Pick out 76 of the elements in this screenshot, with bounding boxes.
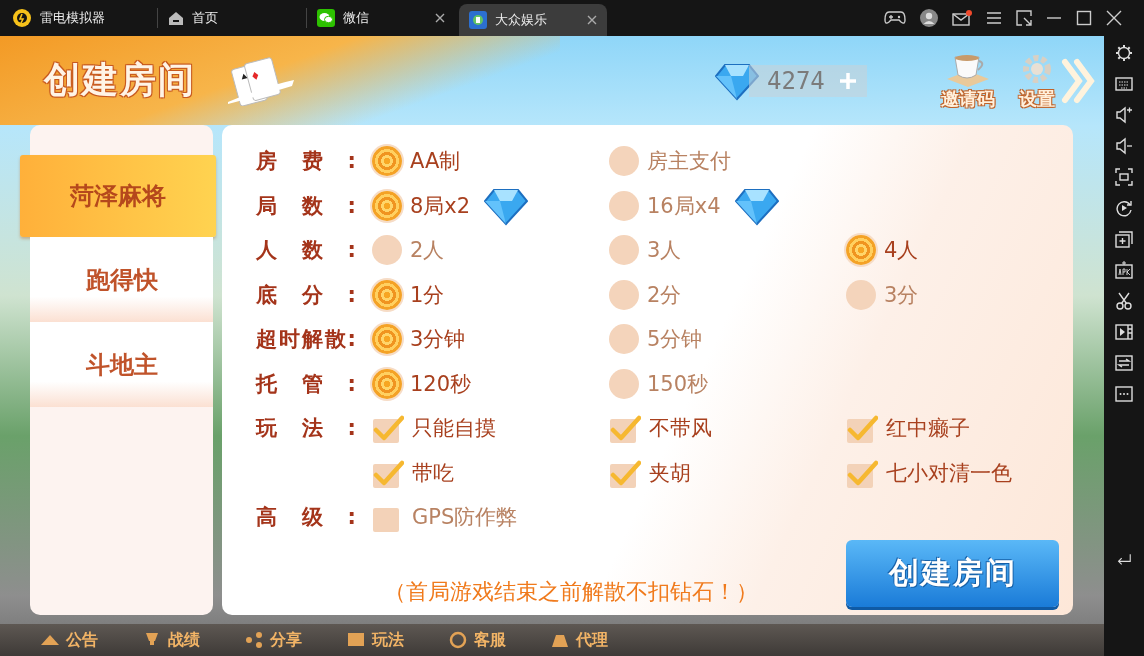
home-icon [168,10,184,26]
bottom-nav-item[interactable]: 分享 [244,629,302,651]
back-icon[interactable] [1115,552,1133,566]
diamond-count: 4274 [767,66,825,95]
page-title: 创建房间 [44,58,196,102]
radio-option[interactable]: AA制 [372,146,461,177]
checkbox-option[interactable]: 不带风 [609,412,712,445]
game-type-tab[interactable]: 斗地主 [30,322,213,407]
radio-option[interactable]: 8局x2 [372,185,529,226]
option-label: 高级: [256,504,356,532]
game-type-tab[interactable]: 跑得快 [30,237,213,322]
bottom-nav-item[interactable]: 客服 [448,629,506,651]
user-avatar-icon[interactable] [920,9,938,27]
radio-option[interactable]: 3人 [609,235,682,266]
maximize-icon[interactable] [1076,10,1092,26]
settings-icon[interactable] [1115,44,1133,62]
volume-down-icon[interactable] [1115,137,1133,155]
playing-cards-drawing [226,55,296,106]
option-label: 托管: [256,370,356,398]
sync-icon[interactable] [1115,354,1133,372]
resize-icon[interactable] [1016,10,1032,26]
nav-icon [448,631,468,649]
option-label: 超时解散: [256,326,356,354]
browser-tab[interactable]: 大众娱乐 [459,4,607,36]
bottom-nav-item[interactable]: 代理 [550,629,608,651]
checkbox-option[interactable]: 红中癞子 [846,412,970,445]
mail-icon[interactable] [952,10,972,26]
more-icon[interactable] [1115,385,1133,403]
keyboard-icon[interactable] [1115,75,1133,93]
app-icon [469,11,487,29]
gamepad-icon[interactable] [884,10,906,26]
radio-option[interactable]: 3分 [846,279,919,310]
video-icon[interactable] [1115,323,1133,341]
bottom-nav-item[interactable]: 公告 [40,629,98,651]
rotate-icon[interactable] [1115,199,1133,217]
apk-icon[interactable] [1115,261,1133,279]
app-logo-icon [12,8,32,28]
close-icon[interactable] [1106,10,1122,26]
radio-option[interactable]: 150秒 [609,368,709,399]
nav-icon [244,631,264,649]
menu-icon[interactable] [986,11,1002,25]
option-label: 玩法: [256,415,356,443]
browser-tab[interactable]: 微信 [306,8,455,28]
radio-option[interactable]: 2人 [372,235,445,266]
radio-option[interactable]: 16局x4 [609,185,779,226]
radio-option[interactable]: 4人 [846,235,919,266]
volume-up-icon[interactable] [1115,106,1133,124]
notice-text: （首局游戏结束之前解散不扣钻石！） [383,578,759,606]
fullscreen-icon[interactable] [1115,168,1133,186]
game-type-tab[interactable]: 菏泽麻将 [20,155,216,237]
browser-tab[interactable]: 首页 [157,8,306,28]
checkbox-option[interactable]: 七小对清一色 [846,456,1012,489]
app-name: 雷电模拟器 [40,9,105,27]
radio-option[interactable]: 2分 [609,279,682,310]
chat-icon [317,9,335,27]
bottom-nav-item[interactable]: 玩法 [346,629,404,651]
radio-option[interactable]: 120秒 [372,368,472,399]
scissors-icon[interactable] [1115,292,1133,310]
radio-option[interactable]: 房主支付 [609,146,731,177]
checkbox-option[interactable]: 只能自摸 [372,412,496,445]
create-room-button[interactable]: 创建房间 [846,540,1059,607]
close-icon[interactable] [587,15,597,25]
option-label: 局数: [256,192,356,220]
checkbox-option[interactable]: 夹胡 [609,456,691,489]
option-label: 人数: [256,237,356,265]
add-window-icon[interactable] [1115,230,1133,248]
bottom-nav-item[interactable]: 战绩 [142,629,200,651]
radio-option[interactable]: 5分钟 [609,324,703,355]
checkbox-option[interactable]: GPS防作弊 [372,501,518,534]
option-label: 底分: [256,281,356,309]
close-icon[interactable] [435,13,445,23]
checkbox-option[interactable]: 带吃 [372,456,454,489]
nav-icon [346,631,366,649]
option-label: 房费: [256,148,356,176]
radio-option[interactable]: 3分钟 [372,324,466,355]
radio-option[interactable]: 1分 [372,279,445,310]
